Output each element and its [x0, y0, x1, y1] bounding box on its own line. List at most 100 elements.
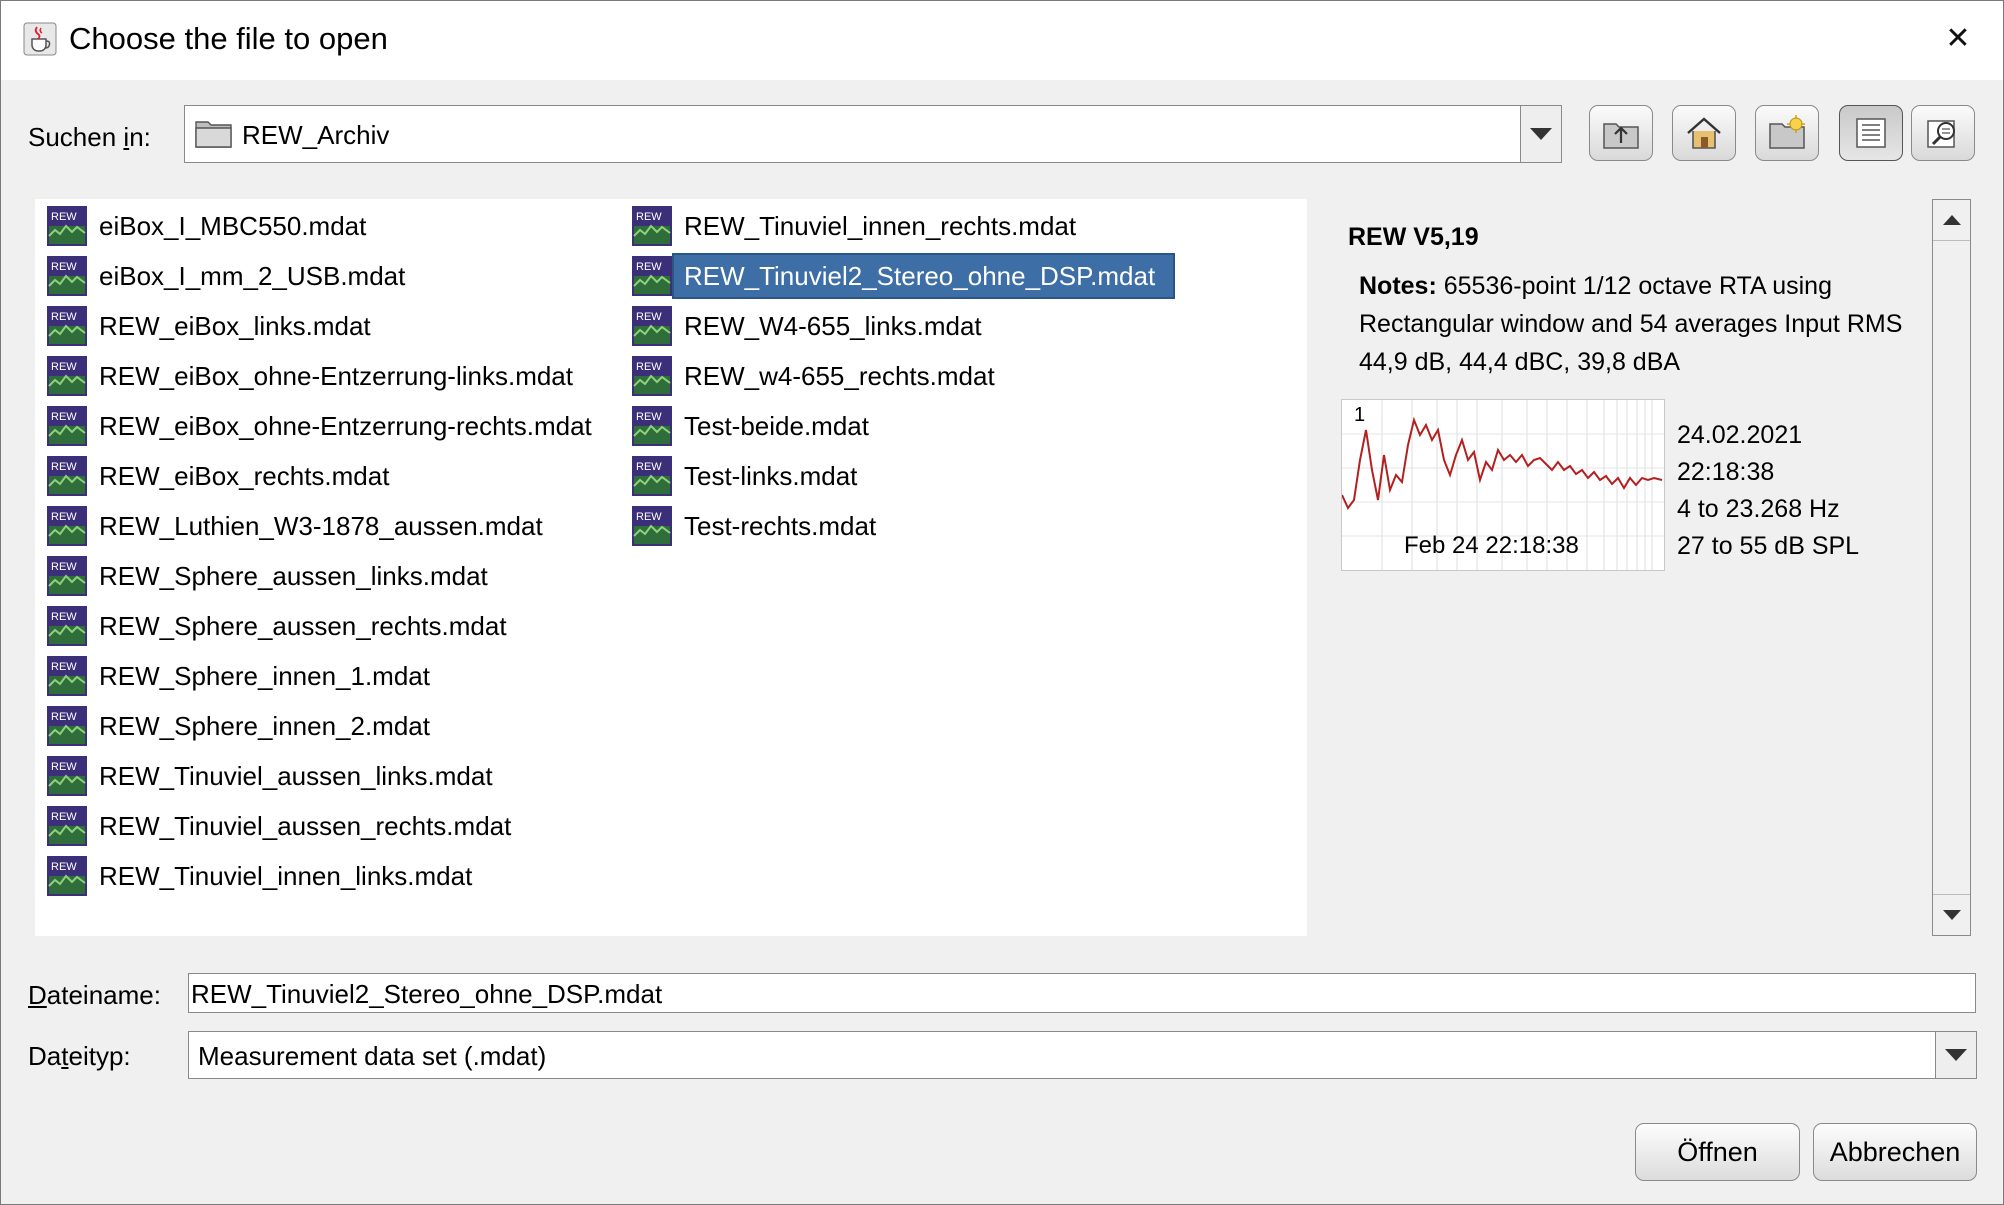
- file-item[interactable]: REW Test-rechts.mdat: [620, 504, 876, 548]
- rew-file-icon: REW: [47, 256, 87, 296]
- up-folder-icon: [1603, 123, 1639, 149]
- new-folder-button[interactable]: [1755, 105, 1819, 161]
- file-item[interactable]: REW Test-links.mdat: [620, 454, 857, 498]
- lookin-combobox[interactable]: REW_Archiv: [184, 105, 1525, 163]
- file-chooser-dialog: Choose the file to open ✕ Suchen in: REW…: [0, 0, 2004, 1205]
- svg-text:REW: REW: [636, 211, 662, 223]
- file-item[interactable]: REW REW_Tinuviel_innen_links.mdat: [35, 854, 472, 898]
- close-button[interactable]: ✕: [1935, 15, 1981, 61]
- file-name: Test-rechts.mdat: [684, 510, 877, 541]
- chevron-down-icon: [1530, 128, 1552, 140]
- svg-text:REW: REW: [51, 611, 77, 623]
- filetype-label: Dateityp:: [28, 1041, 131, 1071]
- cancel-button[interactable]: Abbrechen: [1813, 1123, 1977, 1181]
- file-item[interactable]: REW eiBox_I_mm_2_USB.mdat: [35, 254, 405, 298]
- file-item[interactable]: REW REW_Sphere_aussen_links.mdat: [35, 554, 488, 598]
- svg-text:REW: REW: [51, 311, 77, 323]
- details-view-button[interactable]: [1911, 105, 1975, 161]
- file-name: REW_eiBox_ohne-Entzerrung-rechts.mdat: [99, 410, 592, 441]
- filename-label: Dateiname:: [28, 980, 161, 1010]
- file-item[interactable]: REW REW_Tinuviel_aussen_links.mdat: [35, 754, 493, 798]
- svg-text:REW: REW: [51, 461, 77, 473]
- folder-icon: [195, 121, 232, 148]
- svg-text:REW: REW: [51, 211, 77, 223]
- svg-text:REW: REW: [51, 261, 77, 273]
- svg-text:REW: REW: [51, 411, 77, 423]
- rew-file-icon: REW: [47, 806, 87, 846]
- home-icon: [1687, 117, 1721, 149]
- file-item[interactable]: REW REW_W4-655_links.mdat: [620, 304, 982, 348]
- rew-file-icon: REW: [47, 606, 87, 646]
- lookin-label: Suchen in:: [28, 122, 151, 152]
- rew-file-icon: REW: [47, 556, 87, 596]
- file-list[interactable]: REW eiBox_I_MBC550.mdat REW eiBox_I_mm_2_US…: [35, 199, 1307, 936]
- file-item[interactable]: REW REW_eiBox_ohne-Entzerrung-rechts.mdat: [35, 404, 592, 448]
- svg-text:REW: REW: [636, 361, 662, 373]
- graph-number: 1: [1354, 404, 1366, 426]
- preview-scrollbar[interactable]: [1932, 199, 1971, 936]
- file-name: REW_Tinuviel_innen_links.mdat: [99, 860, 473, 891]
- svg-text:REW: REW: [51, 661, 77, 673]
- file-name: REW_eiBox_rechts.mdat: [99, 460, 390, 491]
- file-name: REW_Tinuviel_aussen_rechts.mdat: [99, 810, 512, 841]
- file-name: eiBox_I_mm_2_USB.mdat: [99, 260, 406, 291]
- file-item[interactable]: REW REW_Tinuviel_aussen_rechts.mdat: [35, 804, 511, 848]
- file-name: eiBox_I_MBC550.mdat: [99, 210, 367, 241]
- rew-file-icon: REW: [632, 356, 672, 396]
- file-name: REW_w4-655_rechts.mdat: [684, 360, 995, 391]
- rew-file-icon: REW: [632, 306, 672, 346]
- open-button[interactable]: Öffnen: [1635, 1123, 1800, 1181]
- rew-file-icon: REW: [47, 406, 87, 446]
- rew-file-icon: REW: [47, 656, 87, 696]
- rew-file-icon: REW: [632, 506, 672, 546]
- svg-text:REW: REW: [51, 861, 77, 873]
- file-item[interactable]: REW REW_w4-655_rechts.mdat: [620, 354, 995, 398]
- new-folder-icon: [1769, 115, 1805, 149]
- preview-panel: REW V5,19 Notes: 65536-point 1/12 octave…: [1330, 199, 1930, 936]
- file-item[interactable]: REW REW_eiBox_links.mdat: [35, 304, 371, 348]
- preview-spl-range: 27 to 55 dB SPL: [1677, 532, 1860, 560]
- rew-file-icon: REW: [47, 206, 87, 246]
- file-item[interactable]: REW REW_Sphere_aussen_rechts.mdat: [35, 604, 507, 648]
- rew-file-icon: REW: [632, 456, 672, 496]
- list-view-button[interactable]: [1839, 105, 1903, 161]
- lookin-dropdown-button[interactable]: [1520, 105, 1562, 163]
- svg-text:REW: REW: [636, 261, 662, 273]
- file-item[interactable]: REW REW_Tinuviel2_Stereo_ohne_DSP.mdat: [620, 253, 1176, 299]
- file-name: REW_Tinuviel_aussen_links.mdat: [99, 760, 493, 791]
- svg-text:REW: REW: [636, 461, 662, 473]
- svg-text:REW: REW: [636, 311, 662, 323]
- file-name: Test-links.mdat: [684, 460, 858, 491]
- rew-file-icon: REW: [47, 756, 87, 796]
- svg-text:REW: REW: [51, 761, 77, 773]
- file-name: REW_Sphere_aussen_rechts.mdat: [99, 610, 507, 641]
- lookin-value: REW_Archiv: [242, 120, 390, 150]
- chevron-down-icon: [1942, 910, 1961, 920]
- file-item[interactable]: REW REW_Sphere_innen_1.mdat: [35, 654, 430, 698]
- rew-file-icon: REW: [47, 456, 87, 496]
- file-item[interactable]: REW Test-beide.mdat: [620, 404, 869, 448]
- file-item[interactable]: REW REW_Luthien_W3-1878_aussen.mdat: [35, 504, 543, 548]
- file-item[interactable]: REW eiBox_I_MBC550.mdat: [35, 204, 366, 248]
- svg-text:REW: REW: [636, 511, 662, 523]
- filename-input[interactable]: REW_Tinuviel2_Stereo_ohne_DSP.mdat: [188, 973, 1976, 1013]
- filetype-combobox[interactable]: Measurement data set (.mdat): [188, 1031, 1937, 1079]
- file-item[interactable]: REW REW_eiBox_ohne-Entzerrung-links.mdat: [35, 354, 573, 398]
- preview-info: 24.02.2021 22:18:38 4 to 23.268 Hz 27 to…: [1677, 417, 1859, 565]
- scroll-up-button[interactable]: [1933, 200, 1970, 241]
- scroll-down-button[interactable]: [1933, 894, 1970, 935]
- title-bar: Choose the file to open ✕: [1, 1, 2003, 80]
- file-item[interactable]: REW REW_Tinuviel_innen_rechts.mdat: [620, 204, 1076, 248]
- file-name: REW_Luthien_W3-1878_aussen.mdat: [99, 510, 543, 541]
- preview-date: 24.02.2021: [1677, 421, 1803, 449]
- up-folder-button[interactable]: [1589, 105, 1653, 161]
- list-view-icon: [1856, 118, 1886, 148]
- svg-text:REW: REW: [51, 361, 77, 373]
- svg-text:REW: REW: [51, 511, 77, 523]
- java-cup-icon: [23, 22, 57, 56]
- file-item[interactable]: REW REW_Sphere_innen_2.mdat: [35, 704, 430, 748]
- file-item[interactable]: REW REW_eiBox_rechts.mdat: [35, 454, 389, 498]
- svg-text:REW: REW: [636, 411, 662, 423]
- home-button[interactable]: [1672, 105, 1736, 161]
- filetype-dropdown-button[interactable]: [1935, 1031, 1977, 1079]
